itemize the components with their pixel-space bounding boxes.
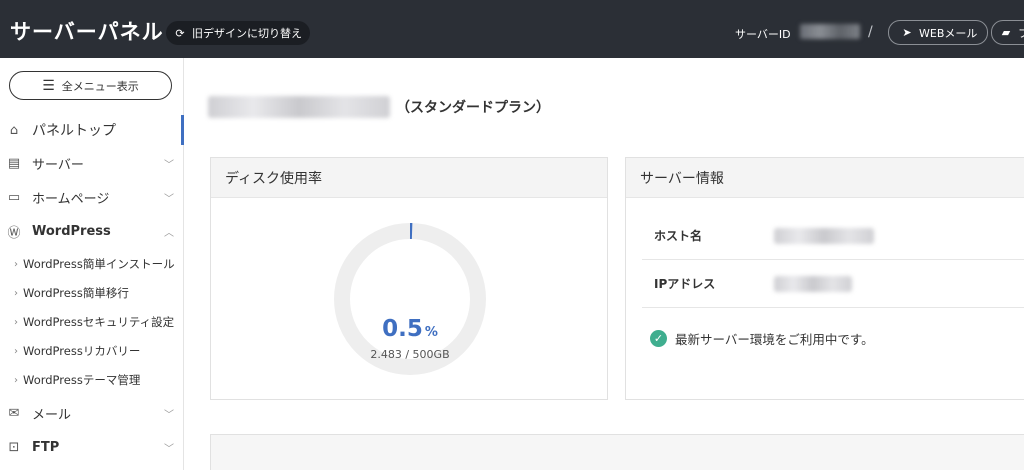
sidebar-item-label: サーバー — [32, 157, 84, 173]
webmail-label: WEBメール — [919, 26, 978, 40]
sidebar-item-mail[interactable]: ✉ メール ﹀ — [0, 398, 184, 428]
chevron-right-icon: › — [14, 287, 18, 299]
gauge-track — [334, 223, 486, 375]
webmail-button[interactable]: ➤ WEBメール — [888, 20, 989, 45]
check-circle-icon: ✓ — [650, 330, 667, 347]
chevron-down-icon: ﹀ — [164, 443, 174, 455]
sidebar-subitem-wp-recovery[interactable]: › WordPressリカバリー — [0, 340, 184, 362]
sidebar-subitem-label: WordPressテーマ管理 — [23, 373, 141, 387]
next-card-header — [210, 434, 1024, 470]
sidebar-item-label: FTP — [32, 439, 60, 455]
plan-title: （スタンダードプラン） — [208, 96, 550, 118]
header-separator: / — [868, 24, 873, 40]
account-name-redacted — [208, 96, 390, 118]
sidebar-subitem-wp-security[interactable]: › WordPressセキュリティ設定 — [0, 311, 184, 333]
server-info-body: ホスト名 IPアドレス ✓ 最新サーバー環境をご利用中です。 — [626, 198, 1024, 399]
server-icon: ▤ — [7, 155, 21, 171]
server-info-key: ホスト名 — [654, 229, 703, 243]
server-id-label: サーバーID — [735, 28, 791, 41]
server-info-card: サーバー情報 ホスト名 IPアドレス ✓ 最新サーバー環境をご利用中です。 — [625, 157, 1024, 400]
server-info-key: IPアドレス — [654, 277, 716, 291]
main-content: （スタンダードプラン） ディスク使用率 0.5% 2.483 / 500GB サ… — [185, 58, 1024, 470]
sidebar-subitem-label: WordPressセキュリティ設定 — [23, 315, 175, 329]
sidebar-subitem-label: WordPress簡単インストール — [23, 257, 175, 271]
window-icon: ▭ — [7, 189, 21, 205]
chevron-right-icon: › — [14, 374, 18, 386]
sidebar: ☰ 全メニュー表示 ⌂ パネルトップ ▤ サーバー ﹀ ▭ ホームページ ﹀ Ⓦ… — [0, 58, 184, 470]
disk-usage-title: ディスク使用率 — [211, 158, 607, 198]
plan-name: （スタンダードプラン） — [396, 100, 550, 116]
sidebar-subitem-label: WordPress簡単移行 — [23, 286, 129, 300]
server-info-row-hostname: ホスト名 — [642, 212, 1024, 260]
disk-usage-amount: 2.483 / 500GB — [370, 348, 450, 361]
all-menu-label: 全メニュー表示 — [61, 79, 139, 93]
server-info-row-ip: IPアドレス — [642, 260, 1024, 308]
server-id-value-redacted — [800, 24, 860, 39]
chevron-right-icon: › — [14, 258, 18, 270]
disk-usage-body: 0.5% 2.483 / 500GB — [211, 198, 607, 399]
sidebar-item-label: ホームページ — [32, 191, 110, 207]
sidebar-subitem-wp-migrate[interactable]: › WordPress簡単移行 — [0, 282, 184, 304]
hostname-value-redacted — [774, 227, 874, 244]
chevron-down-icon: ﹀ — [164, 409, 174, 421]
chevron-right-icon: › — [14, 345, 18, 357]
disk-usage-card: ディスク使用率 0.5% 2.483 / 500GB — [210, 157, 608, 400]
switch-design-label: 旧デザインに切り替え — [192, 27, 302, 40]
sidebar-item-label: WordPress — [32, 223, 111, 239]
chevron-down-icon: ﹀ — [164, 193, 174, 205]
folder-icon: ▰ — [1001, 26, 1011, 39]
server-status: ✓ 最新サーバー環境をご利用中です。 — [650, 329, 874, 348]
home-icon: ⌂ — [9, 122, 19, 138]
disk-usage-percent-number: 0.5 — [382, 316, 423, 342]
sidebar-subitem-wp-theme[interactable]: › WordPressテーマ管理 — [0, 369, 184, 391]
file-manager-button[interactable]: ▰ フ — [991, 20, 1024, 45]
sidebar-item-wordpress[interactable]: Ⓦ WordPress ︿ — [0, 216, 184, 246]
sidebar-item-label: メール — [32, 407, 72, 423]
chevron-right-icon: › — [14, 316, 18, 328]
ip-value-redacted — [774, 275, 852, 292]
all-menu-button[interactable]: ☰ 全メニュー表示 — [9, 71, 172, 100]
refresh-icon: ⟳ — [175, 26, 185, 40]
server-info-title: サーバー情報 — [626, 158, 1024, 198]
wordpress-icon: Ⓦ — [7, 225, 21, 241]
chevron-down-icon: ﹀ — [164, 159, 174, 171]
switch-design-button[interactable]: ⟳ 旧デザインに切り替え — [166, 21, 310, 45]
hamburger-icon: ☰ — [42, 77, 55, 94]
top-bar: サーバーパネル ⟳ 旧デザインに切り替え サーバーID / ➤ WEBメール ▰… — [0, 0, 1024, 58]
disk-usage-percent-unit: % — [424, 325, 438, 340]
sidebar-item-homepage[interactable]: ▭ ホームページ ﹀ — [0, 182, 184, 212]
sidebar-item-label: パネルトップ — [32, 123, 116, 139]
sidebar-subitem-label: WordPressリカバリー — [23, 344, 141, 358]
mail-icon: ✉ — [8, 405, 20, 421]
ftp-icon: ⊡ — [8, 439, 20, 455]
paper-plane-icon: ➤ — [902, 26, 912, 39]
disk-usage-percent: 0.5% — [211, 316, 609, 342]
chevron-up-icon: ︿ — [164, 227, 174, 239]
app-title: サーバーパネル — [10, 20, 164, 44]
sidebar-item-ftp[interactable]: ⊡ FTP ﹀ — [0, 432, 184, 462]
server-status-text: 最新サーバー環境をご利用中です。 — [675, 332, 874, 347]
file-manager-label: フ — [1018, 26, 1024, 40]
sidebar-item-panel-top[interactable]: ⌂ パネルトップ — [0, 115, 184, 145]
sidebar-subitem-wp-install[interactable]: › WordPress簡単インストール — [0, 253, 184, 275]
sidebar-item-server[interactable]: ▤ サーバー ﹀ — [0, 148, 184, 178]
